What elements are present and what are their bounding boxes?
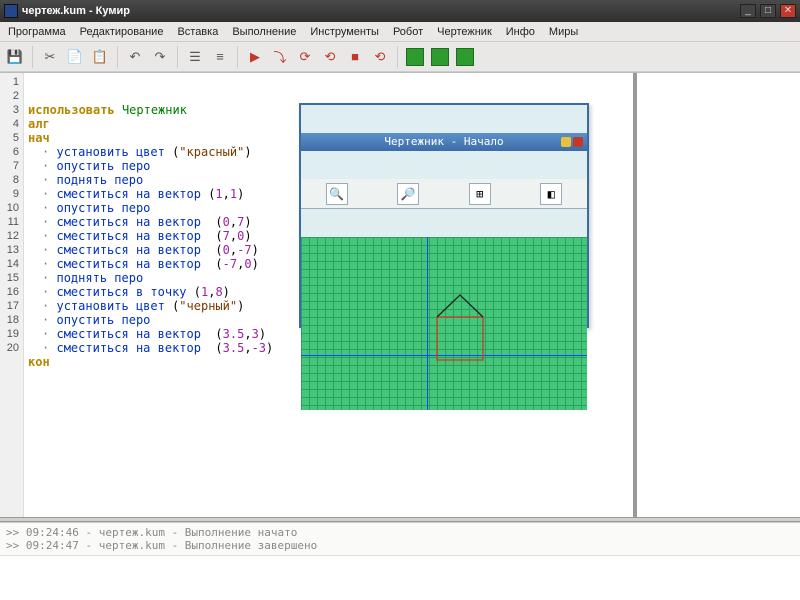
toolbar-separator (397, 46, 398, 68)
code-area[interactable]: использовать Чертежникалгнач· установить… (24, 73, 633, 517)
line-number: 2 (0, 89, 23, 103)
drawer-canvas[interactable] (301, 237, 587, 410)
menu-редактирование[interactable]: Редактирование (74, 24, 170, 40)
grid-icon[interactable]: ⊞ (469, 183, 491, 205)
run-icon[interactable]: ▶ (244, 46, 266, 68)
color-icon[interactable]: ◧ (540, 183, 562, 205)
code-editor[interactable]: 1234567891011121314151617181920 использо… (0, 73, 635, 517)
line-number: 11 (0, 215, 23, 229)
grid2-icon[interactable] (429, 46, 451, 68)
step-icon[interactable]: ⤵ (269, 46, 291, 68)
x-axis (301, 355, 587, 356)
cut-icon[interactable]: ✂ (39, 46, 61, 68)
stepinto-icon[interactable]: ⟳ (294, 46, 316, 68)
line-number: 17 (0, 299, 23, 313)
console-line: >> 09:24:47 - чертеж.kum - Выполнение за… (6, 539, 794, 552)
line-number: 12 (0, 229, 23, 243)
menu-робот[interactable]: Робот (387, 24, 429, 40)
app-icon (4, 4, 18, 18)
toolbar: 💾✂📄📋↶↷☰≡▶⤵⟳⟲■⟲ (0, 42, 800, 72)
line-number: 16 (0, 285, 23, 299)
line-gutter: 1234567891011121314151617181920 (0, 73, 24, 517)
line-number: 6 (0, 145, 23, 159)
drawer-min-icon[interactable] (561, 137, 571, 147)
undo-icon[interactable]: ↶ (124, 46, 146, 68)
menu-миры[interactable]: Миры (543, 24, 584, 40)
menu-bar: ПрограммаРедактированиеВставкаВыполнение… (0, 22, 800, 42)
zoom-in-icon[interactable]: 🔍 (326, 183, 348, 205)
console-panel: >> 09:24:46 - чертеж.kum - Выполнение на… (0, 522, 800, 600)
window-titlebar: чертеж.kum - Кумир _ □ ✕ (0, 0, 800, 22)
line-number: 7 (0, 159, 23, 173)
line-number: 10 (0, 201, 23, 215)
line-number: 9 (0, 187, 23, 201)
line-number: 14 (0, 257, 23, 271)
line-number: 13 (0, 243, 23, 257)
list2-icon[interactable]: ≡ (209, 46, 231, 68)
line-number: 19 (0, 327, 23, 341)
console-input[interactable] (0, 555, 800, 600)
drawer-titlebar[interactable]: Чертежник - Начало (301, 133, 587, 151)
grid1-icon[interactable] (404, 46, 426, 68)
zoom-out-icon[interactable]: 🔎 (397, 183, 419, 205)
save-icon[interactable]: 💾 (4, 46, 26, 68)
line-number: 8 (0, 173, 23, 187)
line-number: 18 (0, 313, 23, 327)
grid3-icon[interactable] (454, 46, 476, 68)
copy-icon[interactable]: 📄 (64, 46, 86, 68)
line-number: 3 (0, 103, 23, 117)
console-line: >> 09:24:46 - чертеж.kum - Выполнение на… (6, 526, 794, 539)
line-number: 5 (0, 131, 23, 145)
line-number: 4 (0, 117, 23, 131)
menu-программа[interactable]: Программа (2, 24, 72, 40)
menu-инструменты[interactable]: Инструменты (304, 24, 385, 40)
window-title: чертеж.kum - Кумир (22, 5, 736, 17)
drawer-window[interactable]: Чертежник - Начало 🔍 🔎 ⊞ ◧ (299, 103, 589, 328)
toolbar-separator (117, 46, 118, 68)
close-button[interactable]: ✕ (780, 4, 796, 18)
minimize-button[interactable]: _ (740, 4, 756, 18)
workarea: 1234567891011121314151617181920 использо… (0, 72, 800, 517)
grid-icon (301, 237, 587, 410)
toolbar-separator (177, 46, 178, 68)
drawer-title: Чертежник - Начало (384, 135, 503, 149)
line-number: 15 (0, 271, 23, 285)
stepout-icon[interactable]: ⟲ (319, 46, 341, 68)
stop-icon[interactable]: ■ (344, 46, 366, 68)
menu-вставка[interactable]: Вставка (171, 24, 224, 40)
menu-инфо[interactable]: Инфо (500, 24, 541, 40)
drawer-close-icon[interactable] (573, 137, 583, 147)
list-icon[interactable]: ☰ (184, 46, 206, 68)
right-pane (635, 73, 800, 517)
drawer-toolbar: 🔍 🔎 ⊞ ◧ (301, 179, 587, 209)
toolbar-separator (237, 46, 238, 68)
menu-выполнение[interactable]: Выполнение (226, 24, 302, 40)
console-log: >> 09:24:46 - чертеж.kum - Выполнение на… (0, 523, 800, 555)
line-number: 20 (0, 341, 23, 355)
maximize-button[interactable]: □ (760, 4, 776, 18)
line-number: 1 (0, 75, 23, 89)
reset-icon[interactable]: ⟲ (369, 46, 391, 68)
redo-icon[interactable]: ↷ (149, 46, 171, 68)
paste-icon[interactable]: 📋 (89, 46, 111, 68)
toolbar-separator (32, 46, 33, 68)
menu-чертежник[interactable]: Чертежник (431, 24, 498, 40)
y-axis (427, 237, 428, 410)
